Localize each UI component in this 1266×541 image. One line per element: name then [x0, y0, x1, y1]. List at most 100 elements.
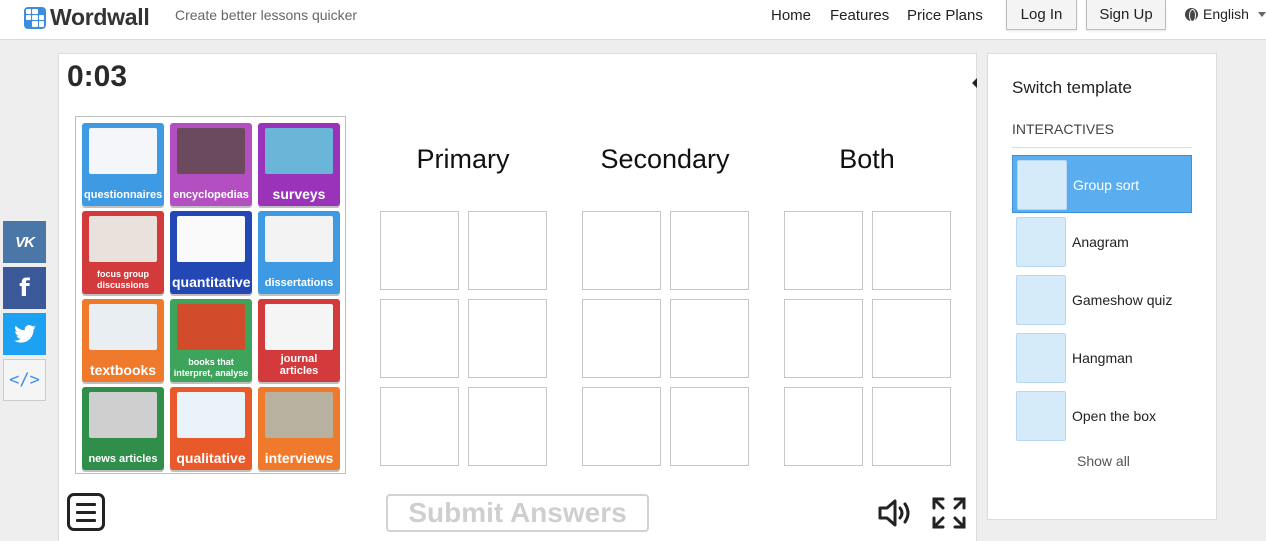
divider — [1012, 147, 1192, 148]
card-image — [265, 392, 333, 438]
template-thumbnail — [1017, 160, 1067, 210]
drop-slot[interactable] — [872, 299, 951, 378]
vk-icon: VK — [15, 233, 35, 251]
drop-slot[interactable] — [380, 299, 459, 378]
answer-card[interactable]: questionnaires — [82, 123, 164, 206]
card-label: interviews — [264, 449, 334, 466]
template-thumbnail — [1016, 275, 1066, 325]
template-thumbnail — [1016, 391, 1066, 441]
drop-slot[interactable] — [380, 211, 459, 290]
template-name: Open the box — [1072, 408, 1157, 424]
column-heading-secondary: Secondary — [600, 144, 730, 174]
answer-card[interactable]: focus group discussions — [82, 211, 164, 294]
card-label: quantitative — [172, 273, 251, 290]
top-bar: Wordwall Create better lessons quicker H… — [0, 0, 1266, 40]
collapse-arrow-icon[interactable] — [972, 78, 977, 88]
answer-card[interactable]: news articles — [82, 387, 164, 470]
answer-card[interactable]: surveys — [258, 123, 340, 206]
logo-icon — [24, 6, 46, 29]
answer-card[interactable]: books that interpret, analyse — [170, 299, 252, 382]
template-thumbnail — [1016, 217, 1066, 267]
card-label: dissertations — [264, 277, 334, 290]
fullscreen-icon[interactable] — [931, 496, 967, 530]
signup-button[interactable]: Sign Up — [1086, 0, 1166, 30]
drop-slot[interactable] — [872, 211, 951, 290]
answer-card[interactable]: quantitative — [170, 211, 252, 294]
switch-template-title: Switch template — [1012, 78, 1132, 97]
answer-card[interactable]: interviews — [258, 387, 340, 470]
drop-slot[interactable] — [468, 299, 547, 378]
facebook-share-button[interactable]: f — [3, 267, 46, 309]
wordwall-logo[interactable]: Wordwall — [24, 4, 150, 31]
template-item[interactable]: Anagram — [1012, 213, 1192, 271]
facebook-icon: f — [19, 274, 30, 302]
column-heading-primary: Primary — [416, 144, 510, 174]
card-label: encyclopedias — [173, 189, 249, 202]
nav-features[interactable]: Features — [830, 7, 889, 24]
template-name: Anagram — [1072, 234, 1129, 250]
twitter-share-button[interactable] — [3, 313, 46, 355]
template-item[interactable]: Gameshow quiz — [1012, 271, 1192, 329]
drop-slot[interactable] — [784, 387, 863, 466]
drop-slot[interactable] — [670, 211, 749, 290]
answer-card[interactable]: qualitative — [170, 387, 252, 470]
answer-card[interactable]: journal articles — [258, 299, 340, 382]
drop-slot[interactable] — [670, 387, 749, 466]
card-image — [177, 216, 245, 262]
drop-slot[interactable] — [670, 299, 749, 378]
menu-icon — [76, 502, 96, 506]
card-image — [265, 128, 333, 174]
timer: 0:03 — [67, 60, 128, 93]
drop-slot[interactable] — [468, 211, 547, 290]
card-image — [89, 392, 157, 438]
answer-card[interactable]: dissertations — [258, 211, 340, 294]
answer-card[interactable]: encyclopedias — [170, 123, 252, 206]
nav-home[interactable]: Home — [771, 7, 811, 24]
drop-slot[interactable] — [582, 299, 661, 378]
embed-button[interactable]: </> — [3, 359, 46, 401]
column-heading-both: Both — [839, 144, 895, 174]
drop-slot[interactable] — [468, 387, 547, 466]
tagline: Create better lessons quicker — [175, 7, 358, 23]
language-selector[interactable]: English — [1185, 6, 1266, 22]
card-label: news articles — [88, 453, 158, 466]
drop-slot[interactable] — [872, 387, 951, 466]
interactives-heading: INTERACTIVES — [1012, 121, 1114, 137]
game-panel: 0:03 questionnaires encyclopedias surveys f… — [58, 53, 977, 541]
template-sidebar: Switch template INTERACTIVES Group sort A… — [987, 53, 1217, 520]
card-label: surveys — [272, 185, 326, 202]
show-all-link[interactable]: Show all — [1077, 453, 1130, 469]
card-label: journal articles — [279, 352, 319, 378]
drop-slot[interactable] — [784, 299, 863, 378]
card-label: books that interpret, analyse — [173, 357, 249, 378]
card-image — [265, 304, 333, 350]
card-image — [177, 128, 245, 174]
login-button[interactable]: Log In — [1006, 0, 1077, 30]
vk-share-button[interactable]: VK — [3, 221, 46, 263]
menu-button[interactable] — [67, 493, 105, 531]
card-image — [177, 304, 245, 350]
cards-tray: questionnaires encyclopedias surveys focus … — [75, 116, 346, 474]
template-thumbnail — [1016, 333, 1066, 383]
code-icon: </> — [9, 370, 40, 390]
drop-slot[interactable] — [380, 387, 459, 466]
card-label: questionnaires — [84, 189, 163, 202]
template-item[interactable]: Hangman — [1012, 329, 1192, 387]
card-image — [177, 392, 245, 438]
template-item[interactable]: Open the box — [1012, 387, 1192, 445]
drop-slot[interactable] — [784, 211, 863, 290]
language-label: English — [1203, 6, 1249, 22]
drop-slot[interactable] — [582, 387, 661, 466]
template-name: Group sort — [1073, 177, 1140, 193]
card-image — [89, 128, 157, 174]
card-image — [89, 216, 157, 262]
card-label: focus group discussions — [96, 269, 150, 290]
globe-icon — [1185, 7, 1198, 22]
template-item[interactable]: Group sort — [1012, 155, 1192, 213]
answer-card[interactable]: textbooks — [82, 299, 164, 382]
nav-price-plans[interactable]: Price Plans — [907, 7, 983, 24]
template-name: Hangman — [1072, 350, 1133, 366]
submit-answers-button[interactable]: Submit Answers — [386, 494, 649, 532]
drop-slot[interactable] — [582, 211, 661, 290]
sound-icon[interactable] — [877, 497, 913, 529]
